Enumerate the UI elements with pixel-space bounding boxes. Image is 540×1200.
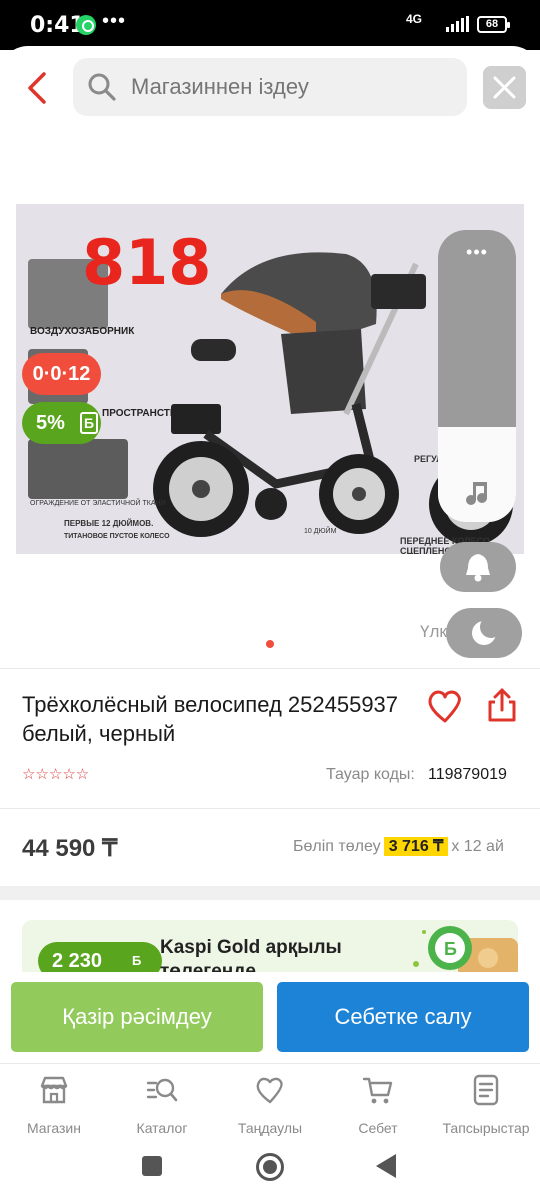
gold-bonus-symbol: Б: [132, 953, 142, 968]
tab-label: Магазин: [26, 1120, 81, 1136]
image-caption: ОГРАЖДЕНИЕ ОТ ЭЛАСТИЧНОЙ ТКАНИ: [30, 500, 166, 507]
search-input[interactable]: [131, 58, 451, 116]
tab-orders[interactable]: Тапсырыстар: [436, 1074, 536, 1136]
bonus-symbol: Б: [80, 412, 98, 434]
bottom-tab-bar: Магазин Каталог Таңдаулы Себет Тапсырыст…: [0, 1063, 540, 1143]
favorite-heart-icon[interactable]: [426, 688, 464, 724]
tab-cart[interactable]: Себет: [328, 1074, 428, 1136]
tab-label: Таңдаулы: [237, 1120, 303, 1136]
more-icon[interactable]: •••: [438, 242, 516, 263]
bell-icon: [466, 554, 490, 582]
bonus-badge: 5% Б: [22, 402, 101, 444]
orders-icon: [473, 1074, 499, 1106]
installment-monthly: 3 716 ₸: [383, 837, 449, 856]
moon-icon: [472, 616, 502, 645]
gold-text: Kaspi Gold арқылы төлегенде: [160, 936, 342, 972]
share-icon[interactable]: [484, 686, 520, 724]
bell-button[interactable]: [440, 542, 516, 592]
search-bar[interactable]: [73, 58, 467, 116]
tab-store[interactable]: Магазин: [4, 1074, 104, 1136]
more-notifications-icon: •••: [102, 10, 127, 32]
kaspi-gold-banner[interactable]: 2 230 Б Kaspi Gold арқылы төлегенде Б: [22, 920, 518, 972]
image-number-text: 818: [82, 226, 212, 299]
price: 44 590 ₸: [22, 835, 118, 862]
gold-text-line1: Kaspi Gold арқылы: [160, 937, 342, 958]
image-caption: 10 ДЮЙМ: [304, 528, 337, 535]
gold-text-line2: төлегенде: [160, 961, 256, 972]
home-icon[interactable]: [256, 1153, 284, 1181]
gold-bonus-amount: 2 230: [52, 950, 103, 972]
system-nav-bar: [0, 1145, 540, 1200]
dark-mode-button[interactable]: [446, 608, 522, 658]
divider: [0, 808, 540, 809]
recents-icon[interactable]: [142, 1156, 162, 1176]
product-title: Трёхколёсный велосипед 252455937 белый, …: [22, 692, 399, 746]
image-caption: ВОЗДУХОЗАБОРНИК: [30, 326, 135, 337]
tab-label: Тапсырыстар: [442, 1120, 530, 1136]
search-icon: [88, 73, 116, 101]
store-icon: [40, 1076, 68, 1104]
divider: [0, 668, 540, 669]
tab-label: Себет: [358, 1120, 398, 1136]
screen: 0:41 ••• 4G 68 Магазиннен іздеу 818 ВОЗД…: [0, 0, 540, 1200]
installment-label: Бөліп төлеу: [293, 838, 381, 855]
close-icon[interactable]: [483, 66, 526, 109]
bonus-percent: 5%: [36, 412, 65, 434]
installment-info[interactable]: Бөліп төлеу 3 716 ₸ x 12 ай: [293, 836, 504, 856]
heart-icon: [256, 1077, 283, 1104]
image-caption: ПРОСТРАНСТВО.: [102, 408, 188, 419]
cart-icon: [362, 1077, 393, 1104]
catalog-search-icon: [146, 1078, 178, 1102]
status-bar: 0:41 ••• 4G 68: [0, 0, 540, 50]
image-caption: ПЕРВЫЕ 12 ДЮЙМОВ.: [64, 519, 154, 528]
tab-favorites[interactable]: Таңдаулы: [220, 1074, 320, 1136]
carousel-indicator[interactable]: [266, 640, 274, 648]
signal-icon: [446, 16, 469, 32]
rating-stars[interactable]: ☆☆☆☆☆: [22, 767, 112, 783]
floating-music-widget[interactable]: •••: [438, 230, 516, 522]
timer-badge: 0·0·12: [22, 353, 101, 395]
product-code-label: Тауар коды:: [326, 766, 415, 783]
svg-text:Б: Б: [444, 939, 457, 959]
add-to-cart-button[interactable]: Себетке салу: [277, 982, 529, 1052]
back-arrow-icon[interactable]: [22, 70, 54, 106]
product-code-value: 119879019: [428, 766, 507, 783]
tab-label: Каталог: [136, 1120, 188, 1136]
back-triangle-icon[interactable]: [376, 1154, 396, 1178]
image-caption: ТИТАНОВОЕ ПУСТОЕ КОЛЕСО: [64, 533, 170, 540]
music-note-icon[interactable]: [465, 480, 489, 506]
tab-catalog[interactable]: Каталог: [112, 1074, 212, 1136]
whatsapp-icon: [76, 15, 96, 35]
battery-level: 68: [477, 16, 510, 33]
partial-label: Үлк: [420, 622, 447, 641]
buy-now-button[interactable]: Қазір рәсімдеу: [11, 982, 263, 1052]
installment-term: x 12 ай: [451, 838, 504, 855]
gold-bonus-badge: 2 230 Б: [38, 942, 162, 972]
kaspi-gold-card-icon: Б: [413, 926, 518, 972]
network-type: 4G: [406, 12, 423, 26]
section-separator: [0, 886, 540, 900]
